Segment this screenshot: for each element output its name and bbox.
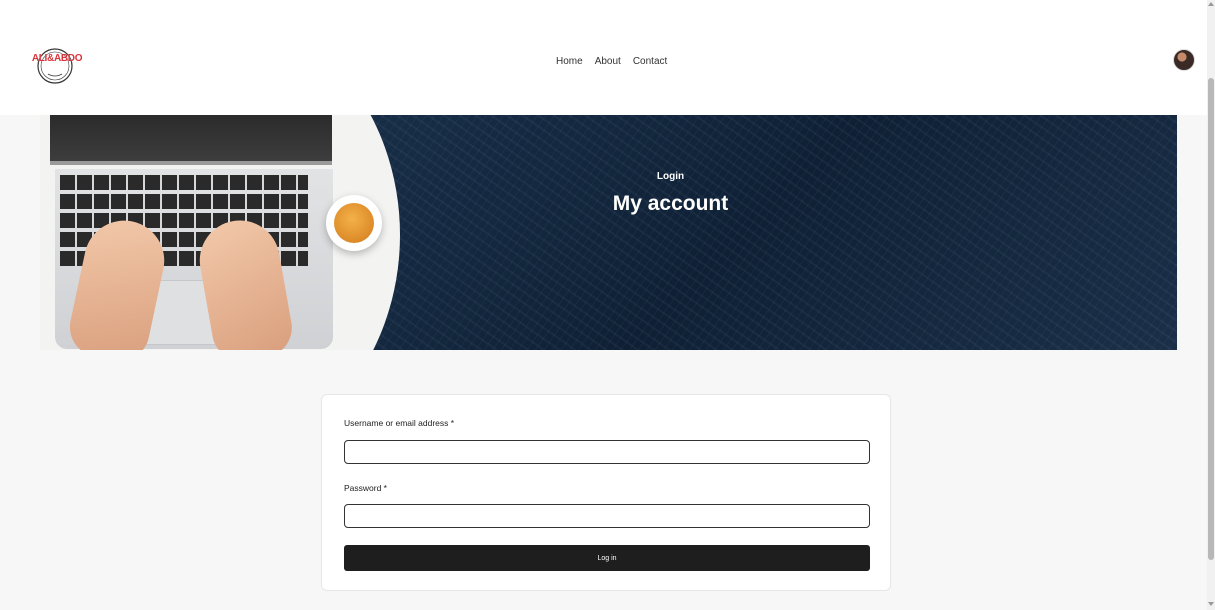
page-scrollbar[interactable] [1207, 0, 1215, 610]
login-button[interactable]: Log in [344, 545, 870, 571]
username-input[interactable] [344, 440, 870, 464]
site-logo[interactable]: ALI&ABDO [30, 40, 84, 90]
scroll-up-icon[interactable] [1208, 2, 1214, 6]
main-nav: Home About Contact [556, 56, 667, 67]
hero-laptop-photo [40, 115, 400, 350]
nav-home[interactable]: Home [556, 56, 583, 67]
page-title: My account [612, 192, 729, 215]
username-label: Username or email address * [344, 418, 455, 428]
nav-about[interactable]: About [595, 56, 621, 67]
password-label: Password * [344, 483, 387, 493]
user-avatar[interactable] [1173, 49, 1195, 71]
hero-subtitle: Login [656, 171, 685, 182]
laptop-screen [50, 115, 332, 165]
nav-contact[interactable]: Contact [633, 56, 667, 67]
login-form: Username or email address * Password * L… [321, 394, 891, 591]
hero-banner: Login My account [40, 115, 1177, 350]
site-header: ALI&ABDO Home About Contact [0, 0, 1207, 115]
circle-logo-icon [37, 48, 73, 84]
logo-text: ALI&ABDO [31, 53, 83, 64]
scroll-thumb[interactable] [1208, 78, 1214, 560]
scroll-down-icon[interactable] [1208, 602, 1214, 606]
password-input[interactable] [344, 504, 870, 528]
